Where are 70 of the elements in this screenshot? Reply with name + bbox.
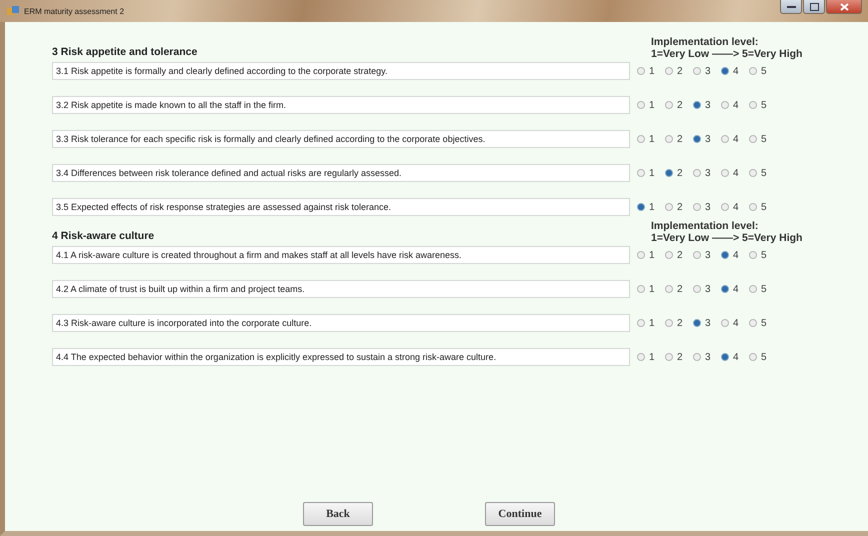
rating-radio[interactable]: 4 [721,66,741,76]
rating-radio[interactable]: 2 [665,250,685,260]
rating-radio[interactable]: 1 [637,134,657,144]
rating-radio[interactable]: 5 [749,284,769,294]
rating-radio[interactable]: 4 [721,318,741,328]
rating-radio[interactable]: 3 [693,202,713,212]
question-field[interactable]: 3.1 Risk appetite is formally and clearly defined according to the corporate strategy. [52,62,630,80]
question-field[interactable]: 3.4 Differences between risk tolerance defined and actual risks are regularly assessed. [52,164,630,182]
rating-radio[interactable]: 1 [637,66,657,76]
rating-radio[interactable]: 5 [749,318,769,328]
rating-radio[interactable]: 3 [693,134,713,144]
rating-radio[interactable]: 1 [637,352,657,362]
rating-radio[interactable]: 5 [749,352,769,362]
rating-radio[interactable]: 4 [721,352,741,362]
close-icon [840,2,848,10]
rating-radio[interactable]: 3 [693,66,713,76]
rating-radio[interactable]: 1 [637,284,657,294]
app-icon [6,5,20,17]
question-field[interactable]: 4.2 A climate of trust is built up within a firm and project teams. [52,280,630,298]
rating-radio[interactable]: 2 [665,284,685,294]
maximize-button[interactable] [803,0,825,14]
rating-radio[interactable]: 5 [749,168,769,178]
minimize-button[interactable] [780,0,802,14]
rating-radio[interactable]: 5 [749,250,769,260]
rating-radio[interactable]: 1 [637,168,657,178]
rating-radio[interactable]: 2 [665,66,685,76]
question-field[interactable]: 3.3 Risk tolerance for each specific risk is formally and clearly defined according to the corporate objectives. [52,130,630,148]
rating-radio[interactable]: 2 [665,168,685,178]
scale-range-label: 1=Very Low ——> 5=Very High [651,232,802,244]
rating-radio[interactable]: 1 [637,100,657,110]
scale-range-label: 1=Very Low ——> 5=Very High [651,48,802,60]
rating-radio[interactable]: 4 [721,250,741,260]
question-field[interactable]: 3.2 Risk appetite is made known to all the staff in the firm. [52,96,630,114]
question-field[interactable]: 4.1 A risk-aware culture is created throughout a firm and makes staff at all levels have risk awareness. [52,246,630,264]
nav-button[interactable]: Back [303,502,373,526]
rating-radio[interactable]: 3 [693,100,713,110]
maximize-icon [810,2,818,10]
question-field[interactable]: 4.3 Risk-aware culture is incorporated into the corporate culture. [52,314,630,332]
rating-radio[interactable]: 4 [721,284,741,294]
rating-radio[interactable]: 2 [665,134,685,144]
rating-radio[interactable]: 3 [693,168,713,178]
scale-label: Implementation level: [651,220,760,232]
rating-radio[interactable]: 4 [721,134,741,144]
section-heading: 4 Risk-aware culture [52,230,156,242]
rating-radio[interactable]: 1 [637,250,657,260]
minimize-icon [786,4,796,8]
rating-radio[interactable]: 5 [749,100,769,110]
scale-label: Implementation level: [651,36,760,48]
rating-radio[interactable]: 5 [749,134,769,144]
question-field[interactable]: 4.4 The expected behavior within the organization is explicitly expressed to sustain a strong risk-aware culture. [52,348,630,366]
rating-radio[interactable]: 1 [637,202,657,212]
rating-radio[interactable]: 2 [665,100,685,110]
nav-button[interactable]: Continue [485,502,555,526]
rating-radio[interactable]: 4 [721,100,741,110]
rating-radio[interactable]: 2 [665,352,685,362]
rating-radio[interactable]: 3 [693,352,713,362]
rating-radio[interactable]: 5 [749,66,769,76]
rating-radio[interactable]: 2 [665,318,685,328]
section-heading: 3 Risk appetite and tolerance [52,46,198,58]
close-button[interactable] [826,0,862,14]
question-field[interactable]: 3.5 Expected effects of risk response strategies are assessed against risk tolerance. [52,198,630,216]
rating-radio[interactable]: 1 [637,318,657,328]
rating-radio[interactable]: 5 [749,202,769,212]
rating-radio[interactable]: 4 [721,168,741,178]
rating-radio[interactable]: 2 [665,202,685,212]
window-title: ERM maturity assessment 2 [24,6,124,16]
rating-radio[interactable]: 3 [693,318,713,328]
rating-radio[interactable]: 3 [693,250,713,260]
rating-radio[interactable]: 3 [693,284,713,294]
rating-radio[interactable]: 4 [721,202,741,212]
